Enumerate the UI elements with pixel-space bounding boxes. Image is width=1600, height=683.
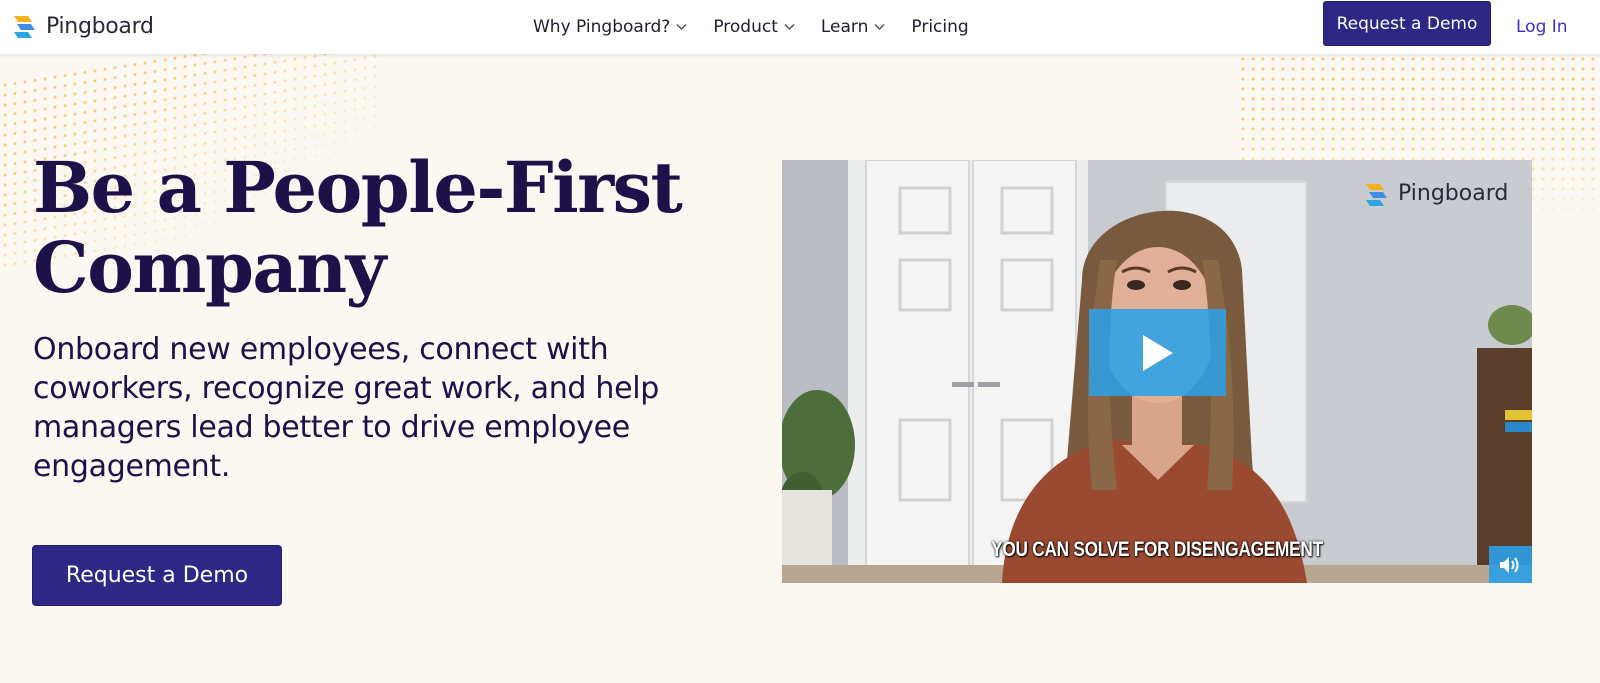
hero-subtitle: Onboard new employees, connect with cowo… xyxy=(33,332,660,484)
nav-label: Pricing xyxy=(911,17,969,37)
play-button[interactable] xyxy=(1089,309,1226,396)
video-player[interactable]: Pingboard YOU CAN SOLVE FOR DISENGAGEMEN… xyxy=(782,160,1532,583)
nav-product[interactable]: Product xyxy=(713,17,795,37)
pingboard-logo-icon xyxy=(14,16,35,38)
hero-title: Be a People-First Company xyxy=(33,148,713,308)
brand-name: Pingboard xyxy=(46,13,154,39)
volume-icon xyxy=(1499,556,1518,573)
site-header: Pingboard Why Pingboard? Product Learn P… xyxy=(0,0,1600,54)
volume-button[interactable] xyxy=(1489,546,1532,583)
nav-label: Product xyxy=(713,17,778,37)
nav-why-pingboard[interactable]: Why Pingboard? xyxy=(533,17,687,37)
brand-logo[interactable]: Pingboard xyxy=(14,11,154,41)
main-nav: Why Pingboard? Product Learn Pricing xyxy=(533,12,969,42)
hero-title-line-2: Company xyxy=(33,226,386,309)
play-icon xyxy=(1142,334,1173,371)
nav-learn[interactable]: Learn xyxy=(821,17,886,37)
pingboard-logo-icon xyxy=(1366,183,1387,206)
nav-label: Why Pingboard? xyxy=(533,17,671,37)
chevron-down-icon xyxy=(676,23,687,31)
request-demo-button-header[interactable]: Request a Demo xyxy=(1323,1,1491,46)
chevron-down-icon xyxy=(874,23,885,31)
nav-label: Learn xyxy=(820,17,869,37)
login-link[interactable]: Log In xyxy=(1516,12,1568,42)
video-brand: Pingboard xyxy=(1366,181,1508,206)
video-brand-name: Pingboard xyxy=(1398,181,1509,206)
chevron-down-icon xyxy=(784,23,795,31)
request-demo-button-hero[interactable]: Request a Demo xyxy=(32,545,282,606)
hero-title-line-1: Be a People-First xyxy=(33,146,683,229)
video-caption: YOU CAN SOLVE FOR DISENGAGEMENT xyxy=(991,538,1323,561)
nav-pricing[interactable]: Pricing xyxy=(911,17,968,37)
